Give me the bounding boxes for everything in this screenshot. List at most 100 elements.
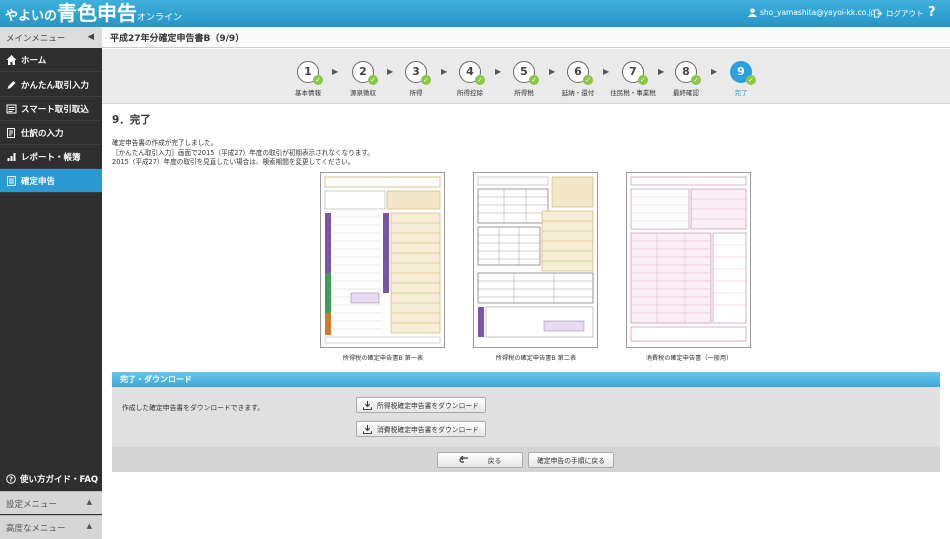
back-button[interactable]: 戻る (437, 452, 523, 468)
user-account[interactable]: sho_yamashita@yayoi-kk.co.jp (748, 8, 875, 17)
download-icon (363, 424, 373, 434)
sidebar-item-label: 仕訳の入力 (21, 128, 64, 139)
message-line: 2015（平成27）年度の取引を見直したい場合は、検索期間を変更してください。 (112, 158, 355, 166)
sidebar-item-easy-entry[interactable]: かんたん取引入力 (0, 73, 102, 97)
question-icon: ? (6, 474, 16, 484)
step-9[interactable]: 9 ✓ 完了 (711, 61, 771, 97)
check-icon: ✓ (368, 75, 378, 85)
document-icon (7, 175, 16, 186)
step-1[interactable]: 1 ✓ 基本情報 (278, 61, 338, 97)
button-label: 確定申告の手順に戻る (537, 457, 605, 465)
expand-up-icon: ▲ (86, 498, 92, 506)
sidebar-item-label: 確定申告 (21, 176, 56, 187)
sidebar-item-reports[interactable]: レポート・帳簿 (0, 145, 102, 169)
action-bar (112, 447, 940, 472)
check-icon: ✓ (475, 75, 485, 85)
check-icon: ✓ (529, 75, 539, 85)
return-to-steps-button[interactable]: 確定申告の手順に戻る (528, 452, 614, 468)
step-number: 3 ✓ (405, 61, 431, 85)
step-label: 源泉徴収 (350, 89, 376, 97)
expand-up-icon: ▲ (86, 522, 92, 530)
step-3[interactable]: 3 ✓ 所得 (386, 61, 446, 97)
download-message: 作成した確定申告書をダウンロードできます。 (122, 404, 265, 412)
check-icon: ✓ (691, 75, 701, 85)
sidebar-item-smart-import[interactable]: スマート取引取込 (0, 97, 102, 121)
form-caption: 消費税の確定申告書（一般用） (645, 355, 733, 362)
message-line: 確定申告書の作成が完了しました。 (112, 139, 218, 147)
logout-button[interactable]: ログアウト (873, 8, 924, 19)
advanced-menu-header[interactable]: 高度なメニュー ▲ (0, 515, 102, 539)
sidebar-item-label: スマート取引取込 (21, 104, 89, 115)
step-label: 所得税 (514, 89, 534, 97)
button-label: 消費税確定申告書をダウンロード (377, 426, 479, 434)
check-icon: ✓ (421, 75, 431, 85)
pencil-icon (7, 80, 16, 89)
sidebar-item-label: かんたん取引入力 (21, 80, 90, 91)
sidebar-item-label: レポート・帳簿 (21, 152, 81, 163)
main-menu-label: メインメニュー (6, 34, 66, 44)
step-label: 所得控除 (457, 89, 483, 97)
download-icon (363, 400, 373, 410)
step-label: 住民税・事業税 (610, 89, 656, 97)
import-icon (6, 104, 17, 113)
check-icon: ✓ (638, 75, 648, 85)
step-label: 完了 (734, 89, 748, 97)
step-number: 5 ✓ (513, 61, 539, 85)
step-5[interactable]: 5 ✓ 所得税 (494, 61, 554, 97)
advanced-menu-label: 高度なメニュー (6, 524, 66, 534)
step-label: 基本情報 (295, 89, 321, 97)
main-menu-header[interactable]: メインメニュー ◀ (0, 27, 102, 48)
logo-prefix: やよいの (5, 9, 58, 24)
sidebar-item-tax-return[interactable]: 確定申告 (0, 169, 102, 193)
collapse-left-icon[interactable]: ◀ (87, 32, 94, 42)
journal-icon (7, 127, 15, 138)
settings-menu-label: 設定メニュー (6, 500, 58, 510)
page-title: 平成27年分確定申告書B（9/9） (102, 27, 950, 48)
tax-form-preview (630, 176, 747, 342)
download-consumption-tax-button[interactable]: 消費税確定申告書をダウンロード (356, 421, 486, 437)
settings-menu-header[interactable]: 設定メニュー ▲ (0, 491, 102, 514)
tax-form-preview (324, 176, 441, 344)
logout-label: ログアウト (886, 9, 924, 18)
step-7[interactable]: 7 ✓ 住民税・事業税 (603, 61, 663, 97)
form-caption: 所得税の確定申告書B 第二表 (495, 355, 577, 362)
home-icon (6, 54, 17, 65)
form-thumbnail-consumption[interactable] (626, 172, 751, 348)
tax-form-preview (477, 176, 594, 338)
download-income-tax-button[interactable]: 所得税確定申告書をダウンロード (356, 397, 486, 413)
check-icon: ✓ (313, 75, 323, 85)
help-button[interactable]: ? (928, 5, 936, 20)
step-number: 1 ✓ (297, 61, 323, 85)
form-thumbnail-income-1[interactable] (320, 172, 445, 348)
step-2[interactable]: 2 ✓ 源泉徴収 (333, 61, 393, 97)
form-caption: 所得税の確定申告書B 第一表 (342, 355, 424, 362)
form-thumbnail-income-2[interactable] (473, 172, 598, 348)
sidebar-item-journal[interactable]: 仕訳の入力 (0, 121, 102, 145)
step-number: 7 ✓ (622, 61, 648, 85)
app-logo[interactable]: やよいの青色申告オンライン (5, 3, 182, 28)
step-number: 4 ✓ (459, 61, 485, 85)
back-arrow-icon (459, 456, 468, 463)
sidebar-item-label: ホーム (21, 55, 47, 66)
user-email: sho_yamashita@yayoi-kk.co.jp (760, 8, 876, 17)
guide-label: 使い方ガイド・FAQ (20, 475, 99, 485)
panel-title: 完了・ダウンロード (112, 372, 940, 387)
logo-main: 青色申告 (57, 1, 138, 25)
step-label: 最終確認 (673, 89, 699, 97)
step-4[interactable]: 4 ✓ 所得控除 (440, 61, 500, 97)
sidebar-guide-faq[interactable]: ? 使い方ガイド・FAQ (0, 468, 102, 490)
check-icon: ✓ (746, 75, 756, 85)
check-icon: ✓ (583, 75, 593, 85)
step-number: 6 ✓ (567, 61, 593, 85)
section-heading: 9．完了 (112, 114, 151, 126)
sidebar-item-home[interactable]: ホーム (0, 48, 102, 72)
step-label: 延納・還付 (561, 89, 595, 97)
step-label: 所得 (409, 89, 423, 97)
chart-icon (7, 152, 16, 161)
step-8[interactable]: 8 ✓ 最終確認 (656, 61, 716, 97)
step-number: 2 ✓ (352, 61, 378, 85)
button-label: 戻る (487, 457, 502, 465)
button-label: 所得税確定申告書をダウンロード (377, 402, 479, 410)
step-6[interactable]: 6 ✓ 延納・還付 (548, 61, 608, 97)
svg-text:?: ? (9, 476, 13, 484)
